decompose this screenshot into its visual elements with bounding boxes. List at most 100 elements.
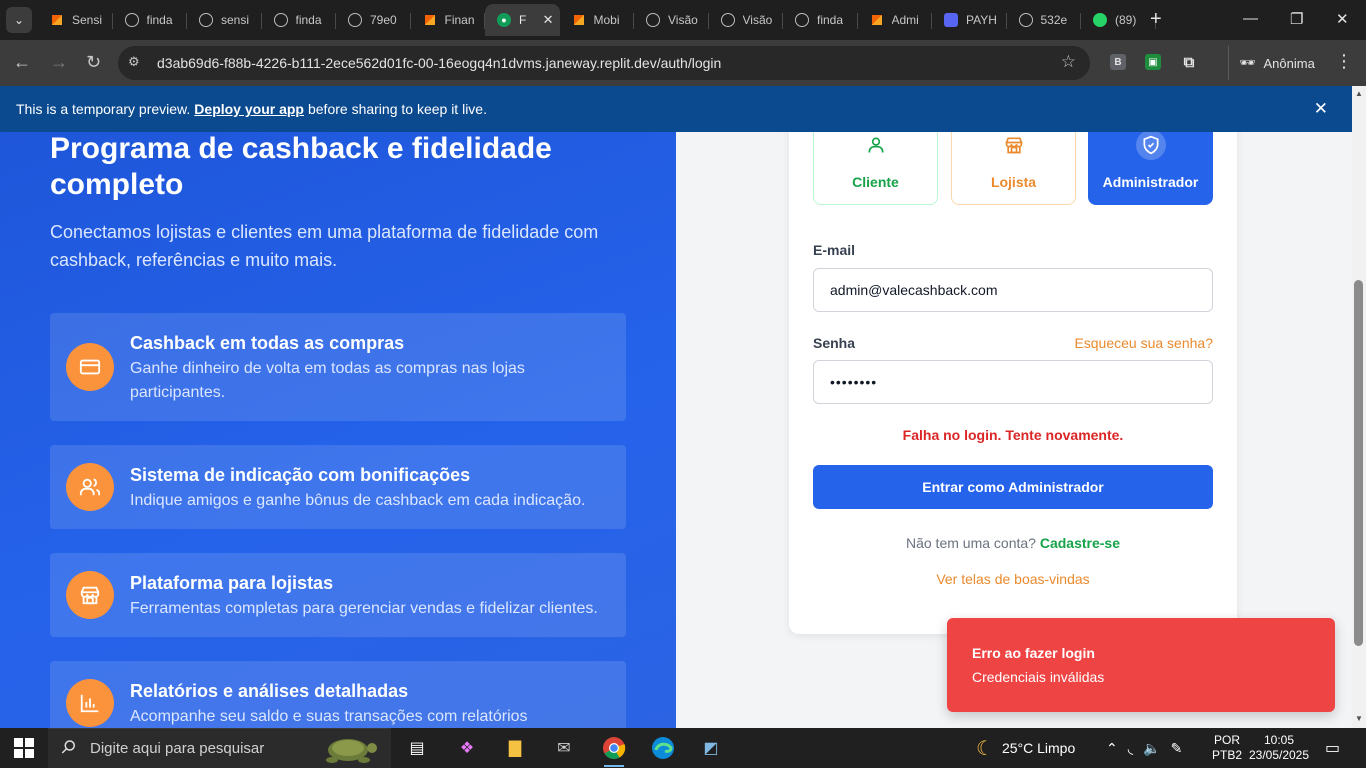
globe-icon [273, 13, 288, 27]
globe-icon [199, 13, 213, 27]
weather-text: 25°C Limpo [1001, 740, 1076, 756]
deploy-app-link[interactable]: Deploy your app [194, 101, 304, 117]
close-tab-icon[interactable]: ✕ [543, 12, 554, 28]
tab[interactable]: PAYH [932, 4, 1007, 36]
bookmark-star-icon[interactable]: ☆ [1061, 52, 1076, 72]
replit-icon [870, 13, 884, 27]
signup-prompt: Não tem uma conta? Cadastre-se [789, 535, 1237, 551]
users-icon [66, 463, 114, 511]
profile-label: Anônima [1263, 55, 1315, 71]
tab[interactable]: Visão [709, 4, 784, 36]
notifications-icon[interactable]: ▭ [1325, 728, 1340, 768]
tab[interactable]: (89) [1081, 4, 1156, 36]
mail-icon[interactable]: ✉ [550, 734, 578, 762]
tab-search-button[interactable]: ⌄ [6, 7, 32, 33]
extension-b-icon[interactable]: B [1110, 54, 1126, 70]
globe-icon [646, 13, 660, 27]
browser-menu-icon[interactable]: ⋮ [1335, 51, 1353, 72]
role-label: Lojista [990, 174, 1037, 190]
feature-desc: Ferramentas completas para gerenciar ven… [130, 600, 598, 617]
forward-button[interactable]: → [50, 52, 68, 72]
page-viewport: This is a temporary preview. Deploy your… [0, 86, 1366, 728]
search-placeholder: Digite aqui para pesquisar [90, 740, 265, 757]
globe-icon [124, 13, 139, 27]
globe-icon [795, 13, 809, 27]
close-banner-icon[interactable]: ✕ [1314, 99, 1328, 119]
site-settings-icon[interactable]: ⚙ [128, 54, 146, 72]
loading-icon: ● [497, 13, 511, 27]
page-scrollbar[interactable]: ▲ ▼ [1352, 86, 1366, 728]
scroll-down-arrow[interactable]: ▼ [1355, 714, 1363, 723]
clock-time: 10:05 [1263, 733, 1295, 747]
tab[interactable]: Finan [411, 4, 486, 36]
pen-icon[interactable]: ✎ [1171, 740, 1183, 757]
network-icon[interactable]: ◟ [1128, 740, 1133, 757]
globe-icon [720, 13, 735, 27]
edge-icon[interactable] [649, 734, 677, 762]
feature-desc: Acompanhe seu saldo e suas transações co… [130, 708, 528, 725]
tab[interactable]: finda [262, 4, 337, 36]
back-button[interactable]: ← [13, 52, 31, 72]
login-submit-button[interactable]: Entrar como Administrador [813, 465, 1213, 509]
reload-button[interactable]: ↻ [86, 52, 101, 72]
tab[interactable]: finda [113, 4, 188, 36]
whatsapp-icon [1093, 13, 1107, 27]
feature-title: Cashback em todas as compras [130, 333, 405, 353]
scrollbar-thumb[interactable] [1354, 280, 1363, 646]
password-field[interactable]: •••••••• [813, 360, 1213, 404]
address-bar[interactable]: ⚙ d3ab69d6-f88b-4226-b111-2ece562d01fc-0… [118, 46, 1090, 80]
feature-card: Cashback em todas as compras Ganhe dinhe… [50, 313, 626, 421]
file-explorer-icon[interactable]: ▇ [501, 734, 529, 762]
forgot-password-link[interactable]: Esqueceu sua senha? [1074, 335, 1213, 351]
discord-icon [944, 13, 958, 27]
clock[interactable]: 10:05 23/05/2025 [1248, 728, 1310, 768]
app-icon[interactable]: ◩ [697, 734, 725, 762]
close-window-button[interactable]: ✕ [1336, 10, 1349, 28]
incognito-profile-button[interactable]: 🕶 Anônima [1228, 46, 1327, 80]
extension-green-icon[interactable]: ▣ [1145, 54, 1161, 70]
tab[interactable]: Mobi [560, 4, 635, 36]
tab[interactable]: Sensi [38, 4, 113, 36]
tab-active[interactable]: ● F ✕ [485, 4, 560, 36]
tab[interactable]: 532e [1007, 4, 1082, 36]
tab[interactable]: sensi [187, 4, 262, 36]
volume-icon[interactable]: 🔈 [1143, 740, 1160, 757]
language-indicator[interactable]: POR PTB2 [1212, 728, 1242, 768]
new-tab-button[interactable]: + [1150, 8, 1162, 30]
feature-desc: Ganhe dinheiro de volta em todas as comp… [130, 360, 525, 401]
url-text[interactable]: d3ab69d6-f88b-4226-b111-2ece562d01fc-00-… [157, 55, 721, 71]
tab[interactable]: Admi [858, 4, 933, 36]
incognito-icon: 🕶 [1239, 55, 1256, 70]
restore-button[interactable]: ❐ [1290, 10, 1303, 28]
signup-link[interactable]: Cadastre-se [1040, 535, 1120, 551]
show-hidden-icons-icon[interactable]: ⌃ [1106, 740, 1118, 757]
preview-banner: This is a temporary preview. Deploy your… [0, 86, 1352, 132]
extensions-puzzle-icon[interactable]: ⧉ [1181, 54, 1197, 71]
banner-text: This is a temporary preview. [16, 101, 191, 117]
tab[interactable]: finda [783, 4, 858, 36]
windows-taskbar: Digite aqui para pesquisar ▤ ❖ ▇ ✉ ◩ ☾ 2… [0, 728, 1366, 768]
replit-icon [423, 13, 437, 27]
copilot-icon[interactable]: ❖ [453, 734, 481, 762]
bar-chart-icon [66, 679, 114, 727]
chrome-icon[interactable] [600, 734, 628, 767]
windows-start-button[interactable] [14, 738, 34, 758]
task-view-icon[interactable]: ▤ [403, 734, 431, 762]
scroll-up-arrow[interactable]: ▲ [1355, 89, 1363, 98]
tab[interactable]: Visão [634, 4, 709, 36]
keyboard-text: PTB2 [1212, 748, 1243, 762]
tab-list: Sensi finda sensi finda 79e0 Finan ● F ✕ M… [38, 4, 1156, 36]
minimize-button[interactable]: — [1243, 10, 1258, 27]
system-tray-icons: ⌃ ◟ 🔈 ✎ [1106, 728, 1182, 768]
feature-card: Relatórios e análises detalhadas Acompan… [50, 661, 626, 728]
clock-date: 23/05/2025 [1248, 748, 1310, 762]
welcome-screens-link[interactable]: Ver telas de boas-vindas [789, 571, 1237, 587]
tab[interactable]: 79e0 [336, 4, 411, 36]
feature-title: Sistema de indicação com bonificações [130, 465, 471, 485]
weather-widget[interactable]: ☾ 25°C Limpo [976, 728, 1075, 768]
feature-desc: Indique amigos e ganhe bônus de cashback… [130, 492, 586, 509]
replit-icon [50, 13, 64, 27]
email-field[interactable]: admin@valecashback.com [813, 268, 1213, 312]
role-label: Administrador [1102, 174, 1199, 190]
hero-panel: Programa de cashback e fidelidade comple… [0, 86, 676, 728]
